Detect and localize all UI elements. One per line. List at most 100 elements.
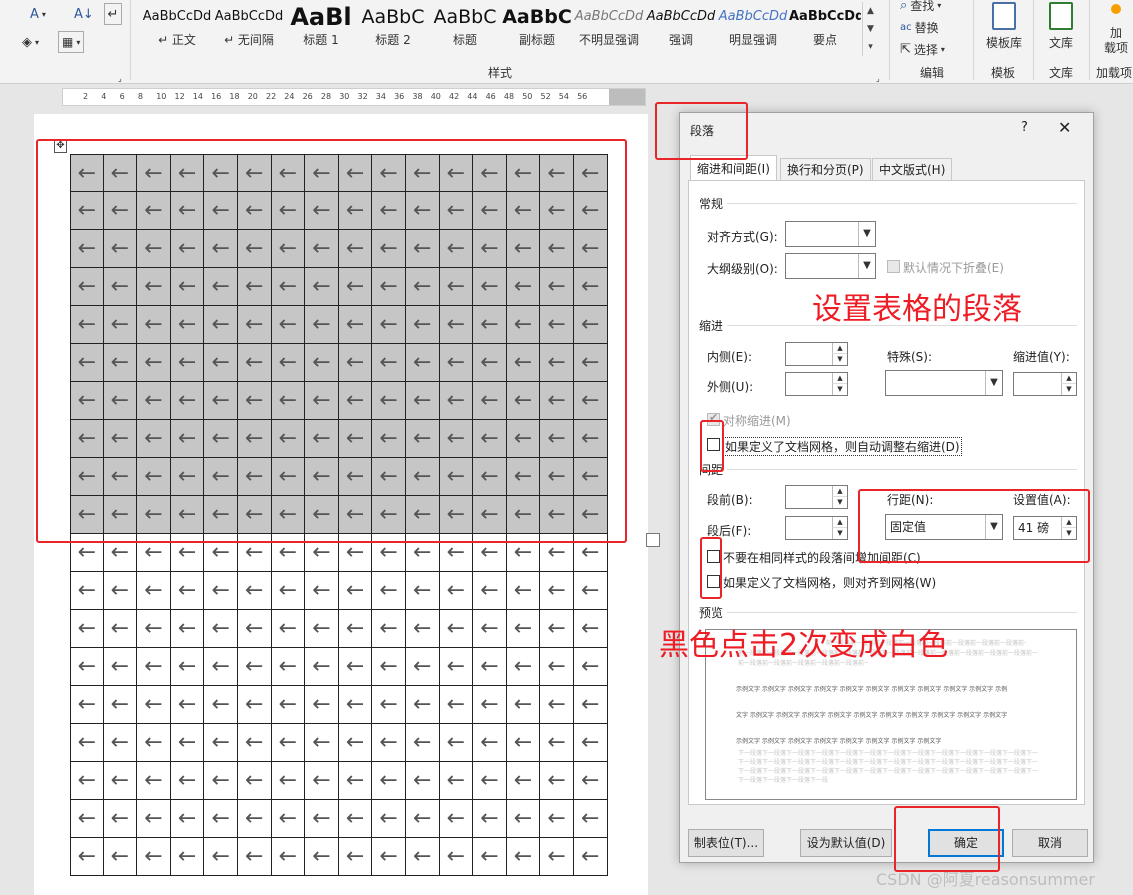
table-cell[interactable]: ← xyxy=(372,724,406,762)
table-row[interactable]: ← ← ← ← ← ← ← ← ← ← ← ← ← ← ← ← xyxy=(70,610,608,648)
table-cell[interactable]: ← xyxy=(305,572,339,610)
table-cell[interactable]: ← xyxy=(70,686,104,724)
table-cell[interactable]: ← xyxy=(137,724,171,762)
table-cell[interactable]: ← xyxy=(70,838,104,876)
table-cell[interactable]: ← xyxy=(405,762,440,800)
table-cell[interactable]: ← xyxy=(573,572,608,610)
table-cell[interactable]: ← xyxy=(271,762,306,800)
spin-up-icon[interactable]: ▲ xyxy=(832,517,847,528)
table-row[interactable]: ← ← ← ← ← ← ← ← ← ← ← ← ← ← ← ← xyxy=(70,800,608,838)
table-cell[interactable]: ← xyxy=(70,572,104,610)
table-cell[interactable]: ← xyxy=(103,800,138,838)
table-cell[interactable]: ← xyxy=(439,686,474,724)
table-cell[interactable]: ← xyxy=(103,648,138,686)
dialog-launcher[interactable]: ⌟ xyxy=(118,67,122,89)
style-normal[interactable]: AaBbCcDd ↵ 正文 xyxy=(141,2,213,58)
table-cell[interactable]: ← xyxy=(237,724,272,762)
table-cell[interactable]: ← xyxy=(237,800,272,838)
table-cell[interactable]: ← xyxy=(372,762,406,800)
table-cell[interactable]: ← xyxy=(170,762,205,800)
table-cell[interactable]: ← xyxy=(338,800,373,838)
table-cell[interactable]: ← xyxy=(103,572,138,610)
indent-by-input[interactable]: ▲ ▼ xyxy=(1013,372,1077,396)
table-cell[interactable]: ← xyxy=(204,724,238,762)
style-heading-1[interactable]: AaBl 标题 1 xyxy=(285,2,357,58)
help-icon[interactable]: ? xyxy=(1021,120,1028,135)
table-cell[interactable]: ← xyxy=(573,648,608,686)
table-cell[interactable]: ← xyxy=(271,610,306,648)
table-row[interactable]: ← ← ← ← ← ← ← ← ← ← ← ← ← ← ← ← xyxy=(70,762,608,800)
table-cell[interactable]: ← xyxy=(338,686,373,724)
table-cell[interactable]: ← xyxy=(405,648,440,686)
style-subtle-emphasis[interactable]: AaBbCcDd 不明显强调 xyxy=(573,2,645,58)
spin-up-icon[interactable]: ▲ xyxy=(1061,373,1076,384)
tab-line-page-breaks[interactable]: 换行和分页(P) xyxy=(780,158,871,180)
table-cell[interactable]: ← xyxy=(473,572,507,610)
style-heading-2[interactable]: AaBbC 标题 2 xyxy=(357,2,429,58)
table-cell[interactable]: ← xyxy=(70,610,104,648)
table-cell[interactable]: ← xyxy=(338,762,373,800)
table-cell[interactable]: ← xyxy=(372,686,406,724)
chevron-up-icon[interactable]: ▲ xyxy=(863,2,878,20)
inside-indent-input[interactable]: ▲ ▼ xyxy=(785,342,848,366)
table-cell[interactable]: ← xyxy=(540,610,574,648)
table-cell[interactable]: ← xyxy=(473,648,507,686)
table-cell[interactable]: ← xyxy=(237,838,272,876)
alignment-select[interactable]: ▼ xyxy=(785,221,876,247)
table-cell[interactable]: ← xyxy=(70,762,104,800)
chevron-down-icon[interactable]: ▼ xyxy=(863,20,878,38)
table-cell[interactable]: ← xyxy=(473,800,507,838)
style-intense-emphasis[interactable]: AaBbCcDd 明显强调 xyxy=(717,2,789,58)
table-cell[interactable]: ← xyxy=(506,686,541,724)
table-row[interactable]: ← ← ← ← ← ← ← ← ← ← ← ← ← ← ← ← xyxy=(70,572,608,610)
table-cell[interactable]: ← xyxy=(405,686,440,724)
table-cell[interactable]: ← xyxy=(170,610,205,648)
horizontal-ruler[interactable]: 2 4 6 8 10 12 14 16 18 20 22 24 26 28 30 32 34 36 38 40 42 44… xyxy=(62,88,646,106)
table-cell[interactable]: ← xyxy=(473,762,507,800)
table-cell[interactable]: ← xyxy=(473,686,507,724)
cancel-button[interactable]: 取消 xyxy=(1012,829,1088,857)
gallery-scroll[interactable]: ▲ ▼ ▾ xyxy=(862,2,878,56)
table-cell[interactable]: ← xyxy=(137,572,171,610)
table-cell[interactable]: ← xyxy=(573,762,608,800)
table-cell[interactable]: ← xyxy=(338,610,373,648)
replace-button[interactable]: ac 替换 xyxy=(900,16,939,38)
outside-indent-input[interactable]: ▲ ▼ xyxy=(785,372,848,396)
table-row[interactable]: ← ← ← ← ← ← ← ← ← ← ← ← ← ← ← ← xyxy=(70,686,608,724)
table-cell[interactable]: ← xyxy=(170,724,205,762)
table-cell[interactable]: ← xyxy=(170,648,205,686)
table-cell[interactable]: ← xyxy=(506,724,541,762)
table-cell[interactable]: ← xyxy=(237,572,272,610)
show-marks-button[interactable]: ↵ xyxy=(104,3,122,25)
table-cell[interactable]: ← xyxy=(137,648,171,686)
table-cell[interactable]: ← xyxy=(271,572,306,610)
set-default-button[interactable]: 设为默认值(D) xyxy=(800,829,892,857)
table-cell[interactable]: ← xyxy=(506,800,541,838)
table-cell[interactable]: ← xyxy=(237,686,272,724)
table-cell[interactable]: ← xyxy=(473,724,507,762)
table-row[interactable]: ← ← ← ← ← ← ← ← ← ← ← ← ← ← ← ← xyxy=(70,838,608,876)
table-cell[interactable]: ← xyxy=(137,838,171,876)
special-indent-select[interactable]: ▼ xyxy=(885,370,1003,396)
table-cell[interactable]: ← xyxy=(439,762,474,800)
table-cell[interactable]: ← xyxy=(305,648,339,686)
table-cell[interactable]: ← xyxy=(405,610,440,648)
table-cell[interactable]: ← xyxy=(103,686,138,724)
space-after-input[interactable]: ▲ ▼ xyxy=(785,516,848,540)
table-cell[interactable]: ← xyxy=(103,762,138,800)
table-cell[interactable]: ← xyxy=(170,800,205,838)
table-cell[interactable]: ← xyxy=(540,572,574,610)
table-cell[interactable]: ← xyxy=(540,724,574,762)
table-cell[interactable]: ← xyxy=(137,686,171,724)
borders-button[interactable]: ▦ ▾ xyxy=(58,31,85,53)
table-cell[interactable]: ← xyxy=(137,610,171,648)
space-before-input[interactable]: ▲ ▼ xyxy=(785,485,848,509)
style-strong[interactable]: AaBbCcDd 要点 xyxy=(789,2,861,58)
table-cell[interactable]: ← xyxy=(237,610,272,648)
table-cell[interactable]: ← xyxy=(506,610,541,648)
table-cell[interactable]: ← xyxy=(204,648,238,686)
table-cell[interactable]: ← xyxy=(170,838,205,876)
dialog-launcher[interactable]: ⌟ xyxy=(876,67,880,89)
table-cell[interactable]: ← xyxy=(372,800,406,838)
table-cell[interactable]: ← xyxy=(338,838,373,876)
